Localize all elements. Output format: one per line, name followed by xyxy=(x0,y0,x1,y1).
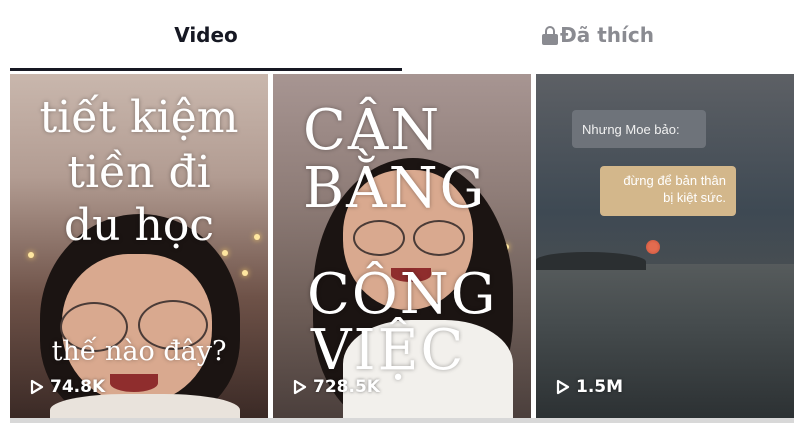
video-card-2[interactable]: CÂN BẰNG CÔNG VIỆC 728.5K xyxy=(273,74,531,418)
sun-shape xyxy=(646,240,660,254)
video-overlay-text-2: CÂN BẰNG CÔNG VIỆC xyxy=(273,74,531,418)
chat-bubble-2: đừng để bản thân bị kiệt sức. xyxy=(600,166,736,216)
profile-tabs: Video Đã thích xyxy=(0,0,800,72)
overlay-line: VIỆC xyxy=(311,318,466,383)
tab-video-label: Video xyxy=(174,23,238,47)
overlay-subline: thế nào đây? xyxy=(51,336,227,367)
overlay-line: du học xyxy=(64,200,214,251)
tab-liked-label: Đã thích xyxy=(560,23,654,47)
video-grid: tiết kiệm tiền đi du học thế nào đây? 74… xyxy=(10,74,794,423)
overlay-line: BẰNG xyxy=(303,156,487,221)
tab-video[interactable]: Video xyxy=(10,0,402,70)
video-card-3[interactable]: Nhưng Moe bảo: đừng để bản thân bị kiệt … xyxy=(536,74,794,418)
video-overlay-text-1: tiết kiệm tiền đi du học thế nào đây? xyxy=(10,74,268,418)
play-icon xyxy=(556,379,570,395)
video-card-1[interactable]: tiết kiệm tiền đi du học thế nào đây? 74… xyxy=(10,74,268,418)
view-count-2: 728.5K xyxy=(293,377,380,397)
lock-icon xyxy=(542,26,559,45)
active-tab-underline xyxy=(10,68,402,71)
play-icon xyxy=(293,379,307,395)
overlay-line: tiết kiệm xyxy=(39,92,239,143)
view-count-value: 728.5K xyxy=(313,377,380,397)
view-count-value: 1.5M xyxy=(576,377,624,397)
tab-liked[interactable]: Đã thích xyxy=(402,0,794,70)
view-count-value: 74.8K xyxy=(50,377,106,397)
overlay-line: tiền đi xyxy=(67,147,211,198)
view-count-3: 1.5M xyxy=(556,377,623,397)
chat-bubble-1: Nhưng Moe bảo: xyxy=(572,110,706,148)
view-count-1: 74.8K xyxy=(30,377,105,397)
next-row-preview xyxy=(10,418,794,423)
play-icon xyxy=(30,379,44,395)
overlay-line: CÂN xyxy=(303,98,442,163)
